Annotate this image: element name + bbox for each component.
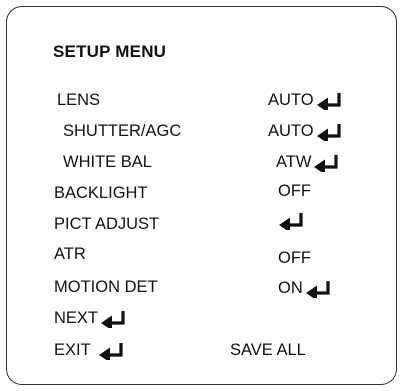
menu-item-shutter-agc-value[interactable]: AUTO	[268, 122, 343, 141]
backlight-value-text: OFF	[278, 182, 311, 200]
save-all-option[interactable]: SAVE ALL	[230, 341, 306, 360]
menu-item-white-bal-label[interactable]: WHITE BAL	[63, 153, 152, 172]
next-button[interactable]: NEXT	[54, 309, 127, 328]
menu-item-pict-adjust-value[interactable]	[276, 212, 305, 230]
enter-icon	[315, 123, 343, 141]
motion-det-value-text: ON	[278, 279, 303, 297]
enter-icon	[312, 154, 340, 172]
menu-item-shutter-agc-label[interactable]: SHUTTER/AGC	[63, 122, 181, 141]
menu-item-atr-label[interactable]: ATR	[54, 245, 86, 264]
exit-button[interactable]: EXIT	[54, 341, 125, 360]
menu-item-backlight-label[interactable]: BACKLIGHT	[54, 184, 148, 203]
exit-label: EXIT	[54, 341, 91, 359]
lens-value-text: AUTO	[268, 91, 314, 109]
menu-item-pict-adjust-label[interactable]: PICT ADJUST	[54, 215, 159, 234]
menu-item-motion-det-label[interactable]: MOTION DET	[54, 278, 158, 297]
enter-icon	[277, 212, 305, 230]
menu-item-backlight-value[interactable]: OFF	[278, 182, 311, 201]
menu-item-white-bal-value[interactable]: ATW	[276, 153, 340, 172]
enter-icon	[304, 280, 332, 298]
menu-item-motion-det-value[interactable]: ON	[278, 279, 332, 298]
enter-icon	[315, 92, 343, 110]
atr-value-text: OFF	[278, 249, 311, 267]
enter-icon	[97, 342, 125, 360]
menu-item-atr-value[interactable]: OFF	[278, 249, 311, 268]
menu-item-lens-label[interactable]: LENS	[57, 91, 100, 110]
enter-icon	[99, 310, 127, 328]
next-label: NEXT	[54, 309, 99, 327]
menu-item-lens-value[interactable]: AUTO	[268, 91, 343, 110]
white-bal-value-text: ATW	[276, 153, 312, 171]
menu-title: SETUP MENU	[53, 42, 167, 61]
shutter-agc-value-text: AUTO	[268, 122, 314, 140]
